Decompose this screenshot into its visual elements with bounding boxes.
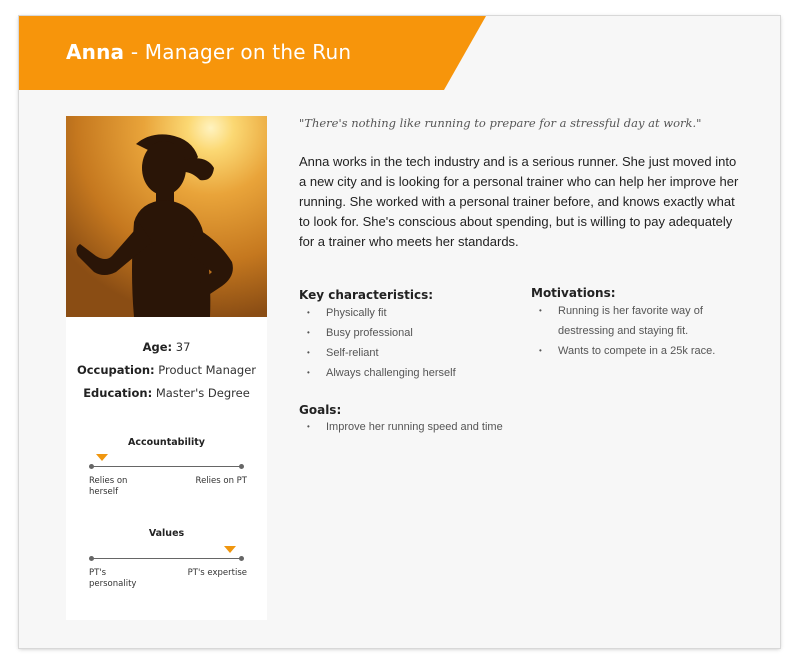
persona-card: Anna - Manager on the Run Age: 37 Occupa… bbox=[19, 16, 780, 648]
list-item: Self-reliant bbox=[299, 343, 499, 363]
accountability-marker-icon bbox=[95, 454, 108, 461]
key-characteristics-list: Physically fit Busy professional Self-re… bbox=[299, 303, 499, 383]
values-scale-start-dot bbox=[89, 556, 94, 561]
values-scale-title: Values bbox=[148, 528, 185, 539]
accountability-left-label: Relies on herself bbox=[89, 476, 128, 497]
age-line: Age: 37 bbox=[66, 340, 267, 354]
goals-list: Improve her running speed and time bbox=[299, 417, 509, 437]
list-item: Improve her running speed and time bbox=[299, 417, 509, 437]
persona-role-title: - Manager on the Run bbox=[124, 40, 352, 64]
accountability-scale-start-dot bbox=[89, 464, 94, 469]
education-line: Education: Master's Degree bbox=[66, 386, 267, 400]
key-characteristics-heading: Key characteristics: bbox=[299, 288, 434, 302]
occupation-label: Occupation: bbox=[76, 363, 155, 377]
values-marker-icon bbox=[223, 546, 236, 553]
values-scale-end-dot bbox=[239, 556, 244, 561]
age-value: 37 bbox=[172, 340, 191, 354]
values-right-label: PT's expertise bbox=[187, 568, 247, 578]
list-item: Wants to compete in a 25k race. bbox=[531, 341, 736, 361]
accountability-scale-end-dot bbox=[239, 464, 244, 469]
list-item: Physically fit bbox=[299, 303, 499, 323]
occupation-value: Product Manager bbox=[154, 363, 257, 377]
profile-column: Age: 37 Occupation: Product Manager Educ… bbox=[66, 116, 267, 620]
persona-quote: "There's nothing like running to prepare… bbox=[299, 116, 702, 130]
accountability-right-label: Relies on PT bbox=[195, 476, 247, 486]
accountability-scale-track bbox=[91, 466, 242, 467]
list-item: Always challenging herself bbox=[299, 363, 499, 383]
motivations-list: Running is her favorite way of destressi… bbox=[531, 301, 736, 361]
header-banner: Anna - Manager on the Run bbox=[19, 16, 489, 90]
goals-heading: Goals: bbox=[299, 403, 342, 417]
persona-title: Anna - Manager on the Run bbox=[66, 40, 351, 64]
list-item: Busy professional bbox=[299, 323, 499, 343]
persona-photo bbox=[66, 116, 267, 317]
values-left-label: PT's personality bbox=[89, 568, 137, 589]
persona-bio: Anna works in the tech industry and is a… bbox=[299, 154, 739, 249]
education-value: Master's Degree bbox=[152, 386, 250, 400]
persona-name: Anna bbox=[66, 40, 125, 64]
accountability-scale-title: Accountability bbox=[128, 437, 205, 448]
values-scale-track bbox=[91, 558, 242, 559]
education-label: Education: bbox=[83, 386, 153, 400]
list-item: Running is her favorite way of destressi… bbox=[531, 301, 736, 341]
occupation-line: Occupation: Product Manager bbox=[66, 363, 267, 377]
motivations-heading: Motivations: bbox=[531, 286, 616, 300]
age-label: Age: bbox=[142, 340, 173, 354]
